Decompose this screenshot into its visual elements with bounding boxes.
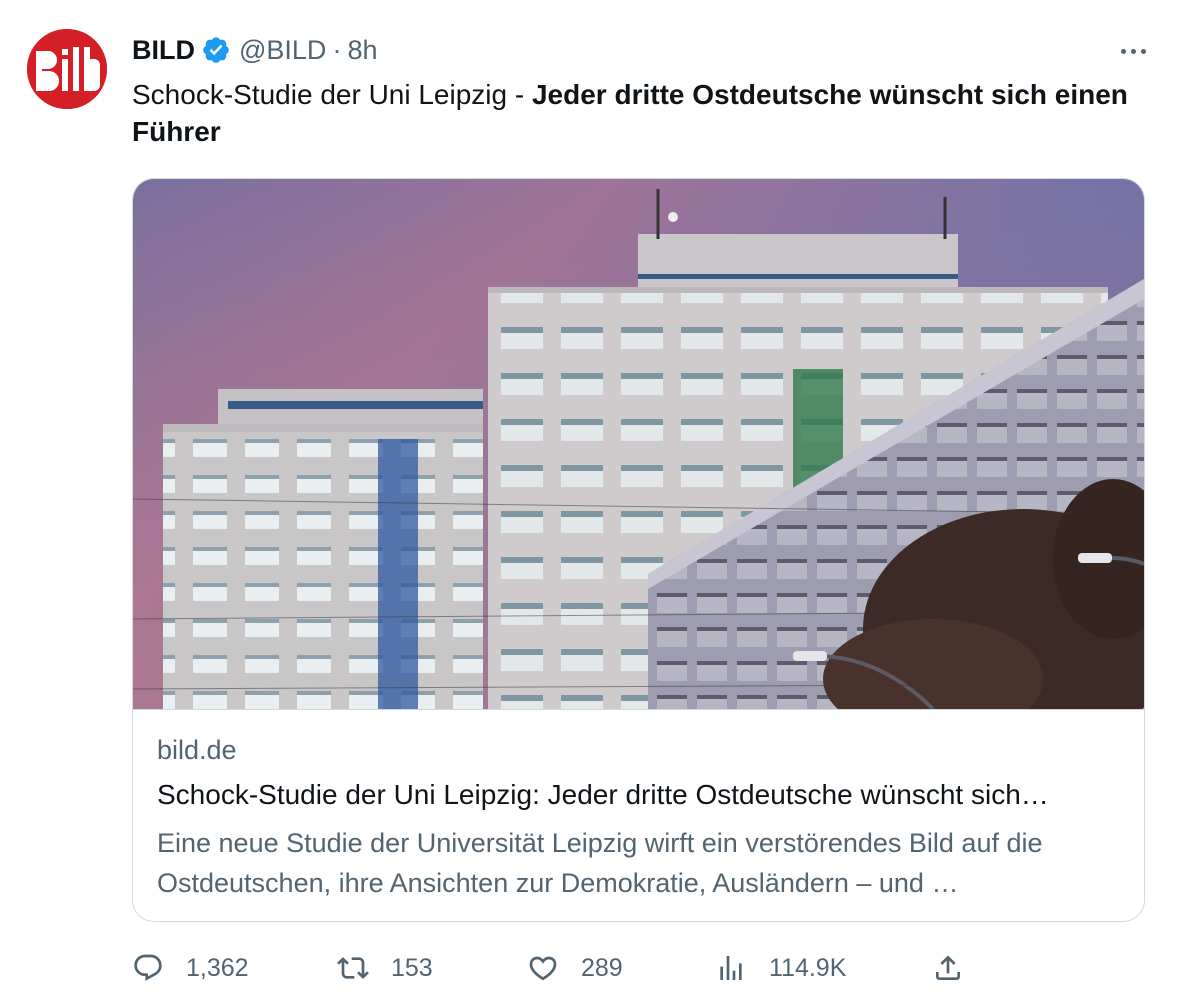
retweet-button[interactable]: 153 [337, 948, 433, 988]
reply-count: 1,362 [186, 953, 249, 982]
like-button[interactable]: 289 [527, 948, 623, 988]
tweet-text: Schock-Studie der Uni Leipzig - Jeder dr… [132, 76, 1132, 150]
bild-logo [27, 29, 107, 109]
retweet-count: 153 [391, 953, 433, 982]
tweet-text-plain: Schock-Studie der Uni Leipzig - [132, 79, 532, 110]
display-name[interactable]: BILD [132, 35, 195, 66]
card-description: Eine neue Studie der Universität Leipzig… [157, 828, 1043, 898]
action-bar: 1,362 153 289 114.9K [132, 948, 1142, 988]
more-options-icon[interactable] [1118, 36, 1148, 66]
handle[interactable]: @BILD [239, 35, 326, 66]
view-count: 114.9K [769, 953, 847, 982]
card-image[interactable] [133, 179, 1144, 710]
card-domain: bild.de [157, 735, 237, 765]
reply-button[interactable]: 1,362 [132, 948, 249, 988]
like-count: 289 [581, 953, 623, 982]
heart-icon [529, 956, 557, 981]
link-preview-card[interactable]: bild.de Schock-Studie der Uni Leipzig: J… [132, 178, 1145, 922]
views-button[interactable]: 114.9K [715, 948, 846, 988]
apartment-blocks-photo [133, 179, 1144, 709]
share-button[interactable] [932, 948, 986, 988]
retweet-icon [337, 957, 369, 979]
tweet-header: BILD @BILD · 8h [132, 32, 377, 68]
more-dot [1130, 48, 1136, 54]
views-chart-icon [720, 956, 742, 980]
avatar[interactable] [27, 29, 107, 109]
share-icon [936, 955, 960, 980]
timestamp[interactable]: 8h [347, 35, 377, 66]
more-dot [1140, 48, 1146, 54]
card-title: Schock-Studie der Uni Leipzig: Jeder dri… [157, 779, 1049, 810]
reply-icon [134, 954, 162, 981]
verified-badge-icon[interactable] [201, 35, 231, 65]
separator: · [332, 34, 342, 65]
more-dot [1120, 48, 1126, 54]
